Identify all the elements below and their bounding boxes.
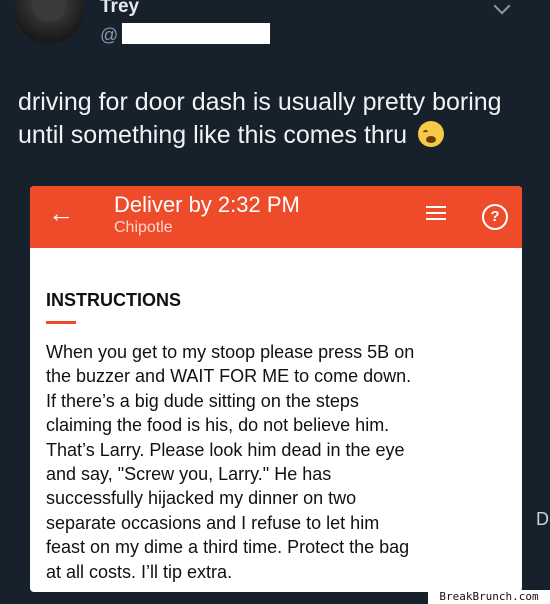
list-icon[interactable] [426,206,446,224]
author-name[interactable]: Trey [100,0,139,18]
delivery-instructions: When you get to my stoop please press 5B… [46,342,415,582]
chevron-down-icon[interactable] [493,0,511,15]
redacted-handle [122,23,270,44]
author-handle-prefix: @ [100,25,119,45]
tweet-text-line-1: driving for door dash is usually pretty … [18,88,502,116]
help-icon[interactable]: ? [482,204,508,230]
tweet-text: driving for door dash is usually pretty … [18,86,548,152]
watermark: BreakBrunch.com [428,590,550,604]
crying-face-icon [418,121,445,147]
order-header: ← Deliver by 2:32 PM Chipotle ? [30,186,522,248]
deliver-by-title: Deliver by 2:32 PM [114,192,300,217]
section-title: INSTRUCTIONS [46,290,181,310]
tweet-text-line-2: until something like this comes thru [18,119,548,152]
cropped-letter: D [536,509,549,529]
avatar[interactable] [14,0,84,44]
tweet: Trey @ driving for door dash is usually … [0,0,550,604]
restaurant-name: Chipotle [114,219,173,236]
order-screenshot: ← Deliver by 2:32 PM Chipotle ? INSTRUCT… [30,186,522,592]
section-underline [46,321,76,324]
back-arrow-icon[interactable]: ← [48,198,74,229]
